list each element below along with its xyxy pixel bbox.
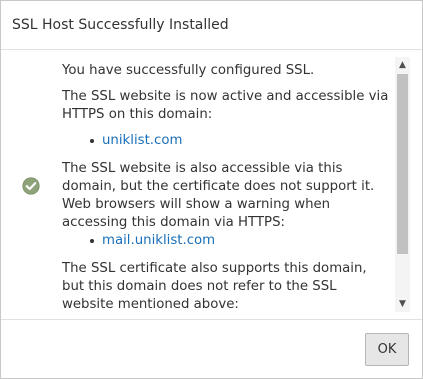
dialog-header: SSL Host Successfully Installed xyxy=(1,1,422,50)
active-domain-text: The SSL website is now active and access… xyxy=(62,89,389,122)
check-circle-icon xyxy=(22,177,40,195)
active-domain-list: uniklist.com xyxy=(62,132,392,150)
message-scroll-area[interactable]: You have successfully configured SSL. Th… xyxy=(62,56,392,318)
also-domain-text: The SSL website is also accessible via t… xyxy=(62,161,375,230)
domain-link-uniklist[interactable]: uniklist.com xyxy=(102,133,182,148)
list-item: uniklist.com xyxy=(90,132,392,150)
domain-link-mail-uniklist[interactable]: mail.uniklist.com xyxy=(102,233,215,248)
scroll-up-arrow-icon[interactable]: ▲ xyxy=(395,57,410,73)
scrollbar-thumb[interactable] xyxy=(397,74,408,254)
intro-text: You have successfully configured SSL. xyxy=(62,63,315,78)
vertical-scrollbar[interactable]: ▲ ▼ xyxy=(395,57,410,312)
ok-button[interactable]: OK xyxy=(365,333,409,366)
dialog-body: You have successfully configured SSL. Th… xyxy=(1,50,422,319)
supports-domain-text: The SSL certificate also supports this d… xyxy=(62,261,367,312)
dialog-title: SSL Host Successfully Installed xyxy=(12,17,229,33)
dialog-footer: OK xyxy=(1,319,422,379)
scroll-down-arrow-icon[interactable]: ▼ xyxy=(395,296,410,312)
also-domain-list: mail.uniklist.com xyxy=(62,232,392,250)
list-item: mail.uniklist.com xyxy=(90,232,392,250)
ssl-success-dialog: SSL Host Successfully Installed You have… xyxy=(0,0,423,379)
